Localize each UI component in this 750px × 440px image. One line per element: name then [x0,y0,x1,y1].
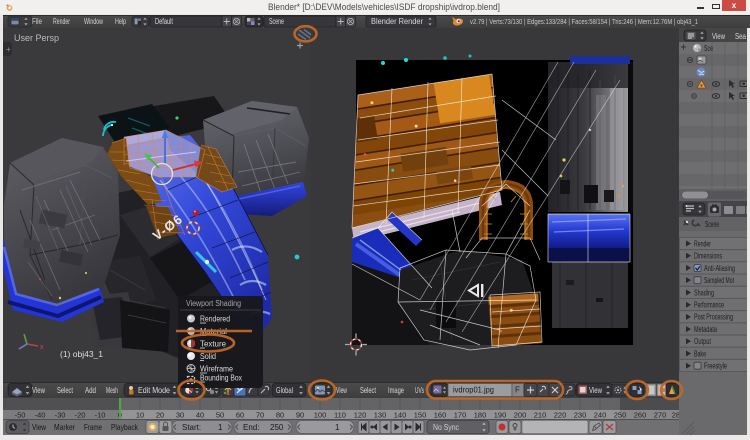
svg-text:Add: Add [85,385,96,395]
svg-text:Render: Render [53,17,70,26]
svg-text:Scene: Scene [705,220,719,229]
svg-text:Blender* [D:\DEV\Models\vehicl: Blender* [D:\DEV\Models\vehicles\ISDF dr… [268,2,500,12]
svg-text:Window: Window [84,17,103,26]
svg-text:160: 160 [434,411,447,420]
svg-text:Default: Default [155,17,174,26]
svg-text:Performance: Performance [694,301,724,310]
svg-text:10: 10 [136,411,144,420]
svg-text:Freestyle: Freestyle [704,362,727,371]
svg-text:Blender Render: Blender Render [371,17,423,26]
svg-text:-30: -30 [55,411,66,420]
svg-text:Image: Image [388,385,404,395]
svg-text:Bake: Bake [694,349,706,358]
svg-text:40: 40 [196,411,204,420]
svg-text:F: F [515,386,520,395]
svg-text:Select: Select [57,385,73,395]
svg-text:View: View [32,385,46,395]
svg-text:100: 100 [314,411,327,420]
svg-text:UVs: UVs [415,385,424,395]
svg-text:Output: Output [694,337,712,346]
svg-text:260: 260 [634,411,647,420]
svg-text:Sampled Mot: Sampled Mot [704,276,735,285]
svg-text:View: View [336,385,348,395]
svg-text:Sea: Sea [735,31,746,41]
svg-text:-20: -20 [75,411,86,420]
svg-text:Global: Global [276,385,293,395]
svg-text:250: 250 [270,423,284,432]
svg-text:140: 140 [394,411,407,420]
svg-text:View: View [32,423,46,432]
svg-text:1: 1 [335,423,340,432]
svg-text:220: 220 [554,411,567,420]
svg-text:Metadata: Metadata [694,325,717,334]
svg-text:Marker: Marker [54,423,75,432]
svg-text:-50: -50 [15,411,26,420]
svg-text:130: 130 [374,411,387,420]
svg-text:View: View [712,31,726,41]
svg-text:View: View [589,385,603,395]
svg-text:180: 180 [474,411,487,420]
svg-text:Playback: Playback [111,423,139,432]
svg-text:110: 110 [334,411,346,420]
svg-text:+: + [6,45,11,54]
svg-text:End:: End: [243,423,259,432]
svg-text:200: 200 [514,411,527,420]
svg-text:280: 280 [672,411,679,420]
svg-text:File: File [32,17,42,26]
svg-text:80: 80 [276,411,284,420]
svg-text:ivdrop01.jpg: ivdrop01.jpg [453,386,494,395]
svg-text:1: 1 [218,423,223,432]
svg-text:240: 240 [594,411,607,420]
svg-text:-10: -10 [95,411,106,420]
svg-text:Scene: Scene [269,17,284,26]
svg-text:30: 30 [176,411,184,420]
svg-text:Sce: Sce [704,44,713,53]
svg-text:Render: Render [694,240,711,249]
svg-text:Start:: Start: [182,423,201,432]
svg-text:Frame: Frame [84,423,102,432]
svg-text:v2.79 | Verts:73/130 | Edges:1: v2.79 | Verts:73/130 | Edges:133/284 | F… [470,17,698,26]
svg-text:Dimensions: Dimensions [694,252,722,261]
svg-text:-40: -40 [35,411,46,420]
svg-text:60: 60 [236,411,244,420]
svg-text:Shading: Shading [694,288,714,297]
svg-text:Anti-Aliasing: Anti-Aliasing [704,264,735,273]
svg-text:Post Processing: Post Processing [694,313,733,322]
svg-text:No Sync: No Sync [433,423,459,432]
svg-text:20: 20 [156,411,164,420]
svg-text:170: 170 [454,411,467,420]
svg-text:50: 50 [216,411,224,420]
svg-text:Edit Mode: Edit Mode [138,385,170,395]
svg-text:Select: Select [360,385,376,395]
svg-text:Help: Help [115,17,126,26]
svg-text:250: 250 [614,411,627,420]
svg-text:70: 70 [256,411,264,420]
svg-text:x: x [40,344,44,351]
svg-text:150: 150 [414,411,427,420]
svg-text:270: 270 [654,411,667,420]
svg-text:210: 210 [534,411,547,420]
svg-text:120: 120 [354,411,367,420]
svg-text:90: 90 [296,411,304,420]
svg-text:230: 230 [574,411,587,420]
svg-text:Mesh: Mesh [106,385,118,395]
svg-text:190: 190 [494,411,507,420]
